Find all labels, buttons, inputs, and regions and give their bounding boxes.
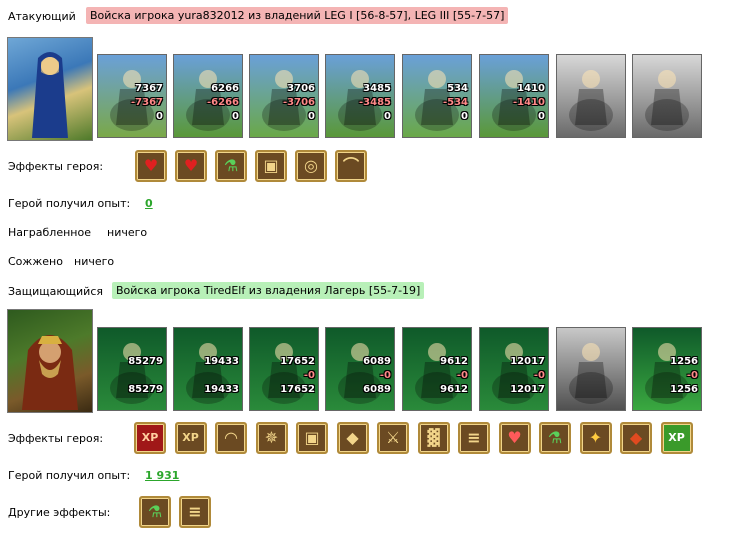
potion-icon[interactable]: ⚗ (215, 150, 247, 182)
defender-unit-7[interactable] (556, 327, 626, 411)
unit-count-top: 6266 (211, 83, 239, 94)
unit-count-bot: 6089 (363, 384, 391, 395)
unit-count-top: 9612 (440, 356, 468, 367)
burned-label: Сожжено (8, 255, 63, 268)
unit-count-top: 19433 (204, 356, 239, 367)
attacker-unit-5[interactable]: 534 -534 0 (402, 54, 472, 138)
unit-count-bot: 17652 (280, 384, 315, 395)
burned-value: ничего (74, 255, 115, 268)
potion-icon[interactable]: ⚗ (539, 422, 571, 454)
heart-hand-icon[interactable]: ♥ (175, 150, 207, 182)
armor-icon[interactable]: ▣ (255, 150, 287, 182)
unit-count-bot: 85279 (128, 384, 163, 395)
defender-unit-2[interactable]: 19433 19433 (173, 327, 243, 411)
attacker-tag[interactable]: Войска игрока yura832012 из владений LEG… (86, 7, 509, 24)
unit-count-mid: -1410 (513, 97, 545, 108)
armor-icon[interactable]: ▣ (296, 422, 328, 454)
attacker-unit-4[interactable]: 3485 -3485 0 (325, 54, 395, 138)
unit-count-top: 1256 (670, 356, 698, 367)
shield-icon[interactable]: ◆ (336, 422, 369, 454)
defender-exp-label: Герой получил опыт: (8, 469, 131, 482)
defender-unit-6[interactable]: 12017 -0 12017 (479, 327, 549, 411)
heart-leaf-icon[interactable]: ♥ (498, 422, 531, 454)
unit-count-mid: -0 (379, 370, 391, 381)
unit-count-mid: -0 (456, 370, 468, 381)
unit-count-bot: 0 (156, 111, 163, 122)
web-icon[interactable]: ✵ (255, 422, 288, 454)
ring-icon[interactable]: ◎ (295, 150, 327, 182)
defender-unit-5[interactable]: 9612 -0 9612 (402, 327, 472, 411)
bow-icon[interactable]: ⌒ (335, 150, 367, 182)
defender-unit-1[interactable]: 85279 85279 (97, 327, 167, 411)
attacker-hero-portrait[interactable] (7, 37, 93, 141)
attacker-unit-3[interactable]: 3706 -3706 0 (249, 54, 319, 138)
loot-value: ничего (107, 226, 148, 239)
unit-count-bot: 1256 (670, 384, 698, 395)
unit-count-mid: -3485 (359, 97, 391, 108)
unit-count-top: 1410 (517, 83, 545, 94)
unit-count-bot: 12017 (510, 384, 545, 395)
attacker-unit-6[interactable]: 1410 -1410 0 (479, 54, 549, 138)
cage-icon[interactable]: ▓ (417, 422, 450, 454)
attacker-unit-1[interactable]: 7367 -7367 0 (97, 54, 167, 138)
unit-count-mid: -0 (686, 370, 698, 381)
unit-count-top: 3485 (363, 83, 391, 94)
other-effects-label: Другие эффекты: (8, 506, 111, 519)
defender-unit-3[interactable]: 17652 -0 17652 (249, 327, 319, 411)
defender-unit-8[interactable]: 1256 -0 1256 (632, 327, 702, 411)
unit-count-top: 3706 (287, 83, 315, 94)
attacker-unit-7[interactable] (556, 54, 626, 138)
unit-count-bot: 0 (384, 111, 391, 122)
scroll-rune-icon[interactable]: ≡ (179, 496, 211, 528)
attacker-exp-label: Герой получил опыт: (8, 197, 131, 210)
attacker-unit-8[interactable] (632, 54, 702, 138)
defender-hero-portrait[interactable] (7, 309, 93, 413)
sword-icon[interactable]: ⚔ (377, 422, 409, 454)
unit-count-mid: -0 (303, 370, 315, 381)
attacker-effects-label: Эффекты героя: (8, 160, 104, 173)
unit-count-top: 85279 (128, 356, 163, 367)
unit-count-top: 17652 (280, 356, 315, 367)
defender-effects-label: Эффекты героя: (8, 432, 104, 445)
helmet-icon[interactable]: ◠ (215, 422, 247, 454)
unit-count-top: 6089 (363, 356, 391, 367)
defender-tag[interactable]: Войска игрока TiredElf из владения Лагер… (112, 282, 425, 299)
unit-count-mid: -3706 (283, 97, 315, 108)
loot-label: Награбленное (8, 226, 91, 239)
unit-count-mid: -534 (442, 97, 468, 108)
unit-count-mid: -6266 (207, 97, 239, 108)
unit-count-top: 534 (447, 83, 468, 94)
unit-count-bot: 9612 (440, 384, 468, 395)
unit-count-top: 12017 (510, 356, 545, 367)
scroll-xp-icon[interactable]: XP (174, 422, 207, 454)
xp-green-icon[interactable]: XP (660, 422, 693, 454)
defender-exp-value[interactable]: 1 931 (145, 469, 179, 482)
xp-icon[interactable]: XP (134, 422, 166, 454)
unit-count-bot: 19433 (204, 384, 239, 395)
defender-label: Защищающийся (8, 285, 103, 298)
unit-count-bot: 0 (232, 111, 239, 122)
heart-icon[interactable]: ♥ (135, 150, 167, 182)
unit-count-top: 7367 (135, 83, 163, 94)
unit-count-bot: 0 (461, 111, 468, 122)
unit-count-mid: -7367 (131, 97, 163, 108)
attacker-unit-2[interactable]: 6266 -6266 0 (173, 54, 243, 138)
potion-icon[interactable]: ⚗ (139, 496, 171, 528)
shield-red-icon[interactable]: ◆ (620, 422, 652, 454)
unit-count-bot: 0 (538, 111, 545, 122)
attacker-label: Атакующий (8, 10, 76, 23)
unit-count-bot: 0 (308, 111, 315, 122)
defender-unit-4[interactable]: 6089 -0 6089 (325, 327, 395, 411)
scroll-icon[interactable]: ≡ (458, 422, 490, 454)
unit-count-mid: -0 (533, 370, 545, 381)
attacker-exp-value[interactable]: 0 (145, 197, 153, 210)
gold-icon[interactable]: ✦ (579, 422, 612, 454)
